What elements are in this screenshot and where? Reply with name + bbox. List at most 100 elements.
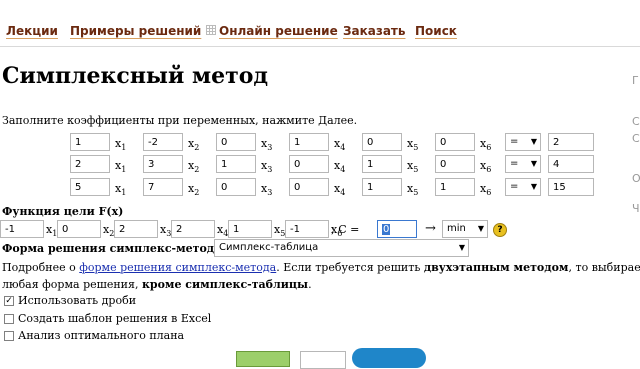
variable-index: 6: [486, 143, 491, 152]
coef-input[interactable]: 1: [435, 178, 475, 196]
edge-glyph: С: [632, 132, 640, 145]
variable-label: x5: [407, 159, 418, 174]
optimal-analysis-checkbox[interactable]: [4, 331, 14, 341]
excel-template-label: Создать шаблон решения в Excel: [18, 312, 211, 325]
coef-input[interactable]: 7: [143, 178, 183, 196]
variable-index: 2: [194, 165, 199, 174]
coef-input[interactable]: -2: [143, 133, 183, 151]
use-fractions-checkbox[interactable]: ✓: [4, 296, 14, 306]
variable-index: 3: [267, 143, 272, 152]
coef-input[interactable]: 3: [143, 155, 183, 173]
sign-value: =: [510, 181, 518, 192]
captcha-box: [236, 351, 290, 367]
grid-icon: [206, 25, 216, 35]
info-line2-prefix: любая форма решения,: [2, 278, 142, 291]
variable-label: x5: [274, 223, 285, 238]
nav-lectures[interactable]: Лекции: [6, 24, 58, 38]
excel-template-checkbox[interactable]: [4, 314, 14, 324]
nav-order[interactable]: Заказать: [343, 24, 405, 38]
coef-input[interactable]: 2: [70, 155, 110, 173]
sign-value: =: [510, 136, 518, 147]
info-line-2: любая форма решения, кроме симплекс-табл…: [2, 278, 312, 291]
variable-index: 2: [194, 143, 199, 152]
variable-label: x2: [103, 223, 114, 238]
variable-label: x3: [160, 223, 171, 238]
page-title: Симплексный метод: [2, 63, 268, 89]
rhs-input[interactable]: 15: [548, 178, 594, 196]
variable-label: x3: [261, 137, 272, 152]
form-label: Форма решения симплекс-метода: [2, 242, 221, 255]
next-button[interactable]: [352, 348, 426, 368]
variable-label: x1: [46, 223, 57, 238]
rhs-input[interactable]: 2: [548, 133, 594, 151]
variable-index: 5: [413, 165, 418, 174]
objective-coef-input[interactable]: -1: [0, 220, 44, 238]
coef-input[interactable]: 0: [435, 133, 475, 151]
coef-input[interactable]: 0: [289, 155, 329, 173]
variable-label: x2: [188, 159, 199, 174]
variable-index: 4: [340, 143, 345, 152]
variable-index: 3: [267, 188, 272, 197]
nav-online-solution[interactable]: Онлайн решение: [219, 24, 338, 38]
coef-input[interactable]: 5: [70, 178, 110, 196]
objective-coef-input[interactable]: 2: [114, 220, 158, 238]
variable-label: x1: [115, 137, 126, 152]
variable-index: 1: [121, 165, 126, 174]
variable-label: x2: [188, 137, 199, 152]
rhs-input[interactable]: 4: [548, 155, 594, 173]
objective-coef-input[interactable]: 0: [57, 220, 101, 238]
variable-index: 2: [194, 188, 199, 197]
info-bold-except: кроме симплекс-таблицы: [142, 278, 308, 291]
coef-input[interactable]: 0: [435, 155, 475, 173]
variable-label: x4: [217, 223, 228, 238]
chevron-down-icon: ▼: [478, 221, 484, 237]
edge-glyph: С: [632, 115, 640, 128]
nav-divider: [0, 46, 640, 47]
variable-index: 6: [486, 165, 491, 174]
variable-label: x3: [261, 159, 272, 174]
question-icon[interactable]: ?: [493, 223, 507, 237]
coef-input[interactable]: 0: [362, 133, 402, 151]
variable-label: x4: [334, 137, 345, 152]
objective-coef-input[interactable]: -1: [285, 220, 329, 238]
info-line2-suffix: .: [308, 278, 312, 291]
sign-select[interactable]: =▼: [505, 155, 541, 173]
nav-search[interactable]: Поиск: [415, 24, 457, 38]
objective-label: Функция цели F(x): [2, 205, 123, 218]
nav-examples[interactable]: Примеры решений: [70, 24, 201, 38]
use-fractions-label: Использовать дроби: [18, 294, 136, 307]
coef-input[interactable]: 0: [216, 133, 256, 151]
info-middle: . Если требуется решить: [276, 261, 424, 274]
chevron-down-icon: ▼: [531, 179, 537, 195]
variable-label: x5: [407, 182, 418, 197]
objective-coef-input[interactable]: 1: [228, 220, 272, 238]
captcha-input[interactable]: [300, 351, 346, 369]
sign-select[interactable]: =▼: [505, 133, 541, 151]
form-select[interactable]: Симплекс-таблица▼: [214, 239, 469, 257]
variable-index: 5: [413, 143, 418, 152]
coef-input[interactable]: 0: [216, 178, 256, 196]
coef-input[interactable]: 1: [362, 155, 402, 173]
coef-input[interactable]: 1: [362, 178, 402, 196]
edge-glyph: О: [632, 172, 640, 185]
constant-input[interactable]: 0: [377, 220, 417, 238]
edge-glyph: Г: [632, 74, 639, 87]
objective-coef-input[interactable]: 2: [171, 220, 215, 238]
coef-input[interactable]: 1: [216, 155, 256, 173]
chevron-down-icon: ▼: [531, 134, 537, 150]
coef-input[interactable]: 0: [289, 178, 329, 196]
instruction-text: Заполните коэффициенты при переменных, н…: [2, 114, 357, 127]
constant-label: ; C =: [331, 223, 359, 236]
coef-input[interactable]: 1: [70, 133, 110, 151]
variable-index: 1: [121, 188, 126, 197]
sign-select[interactable]: =▼: [505, 178, 541, 196]
variable-index: 1: [121, 143, 126, 152]
variable-label: x4: [334, 182, 345, 197]
direction-select[interactable]: min▼: [442, 220, 488, 238]
variable-label: x2: [188, 182, 199, 197]
variable-label: x5: [407, 137, 418, 152]
coef-input[interactable]: 1: [289, 133, 329, 151]
sign-value: =: [510, 158, 518, 169]
form-help-link[interactable]: форме решения симплекс-метода: [79, 261, 276, 274]
variable-index: 6: [486, 188, 491, 197]
